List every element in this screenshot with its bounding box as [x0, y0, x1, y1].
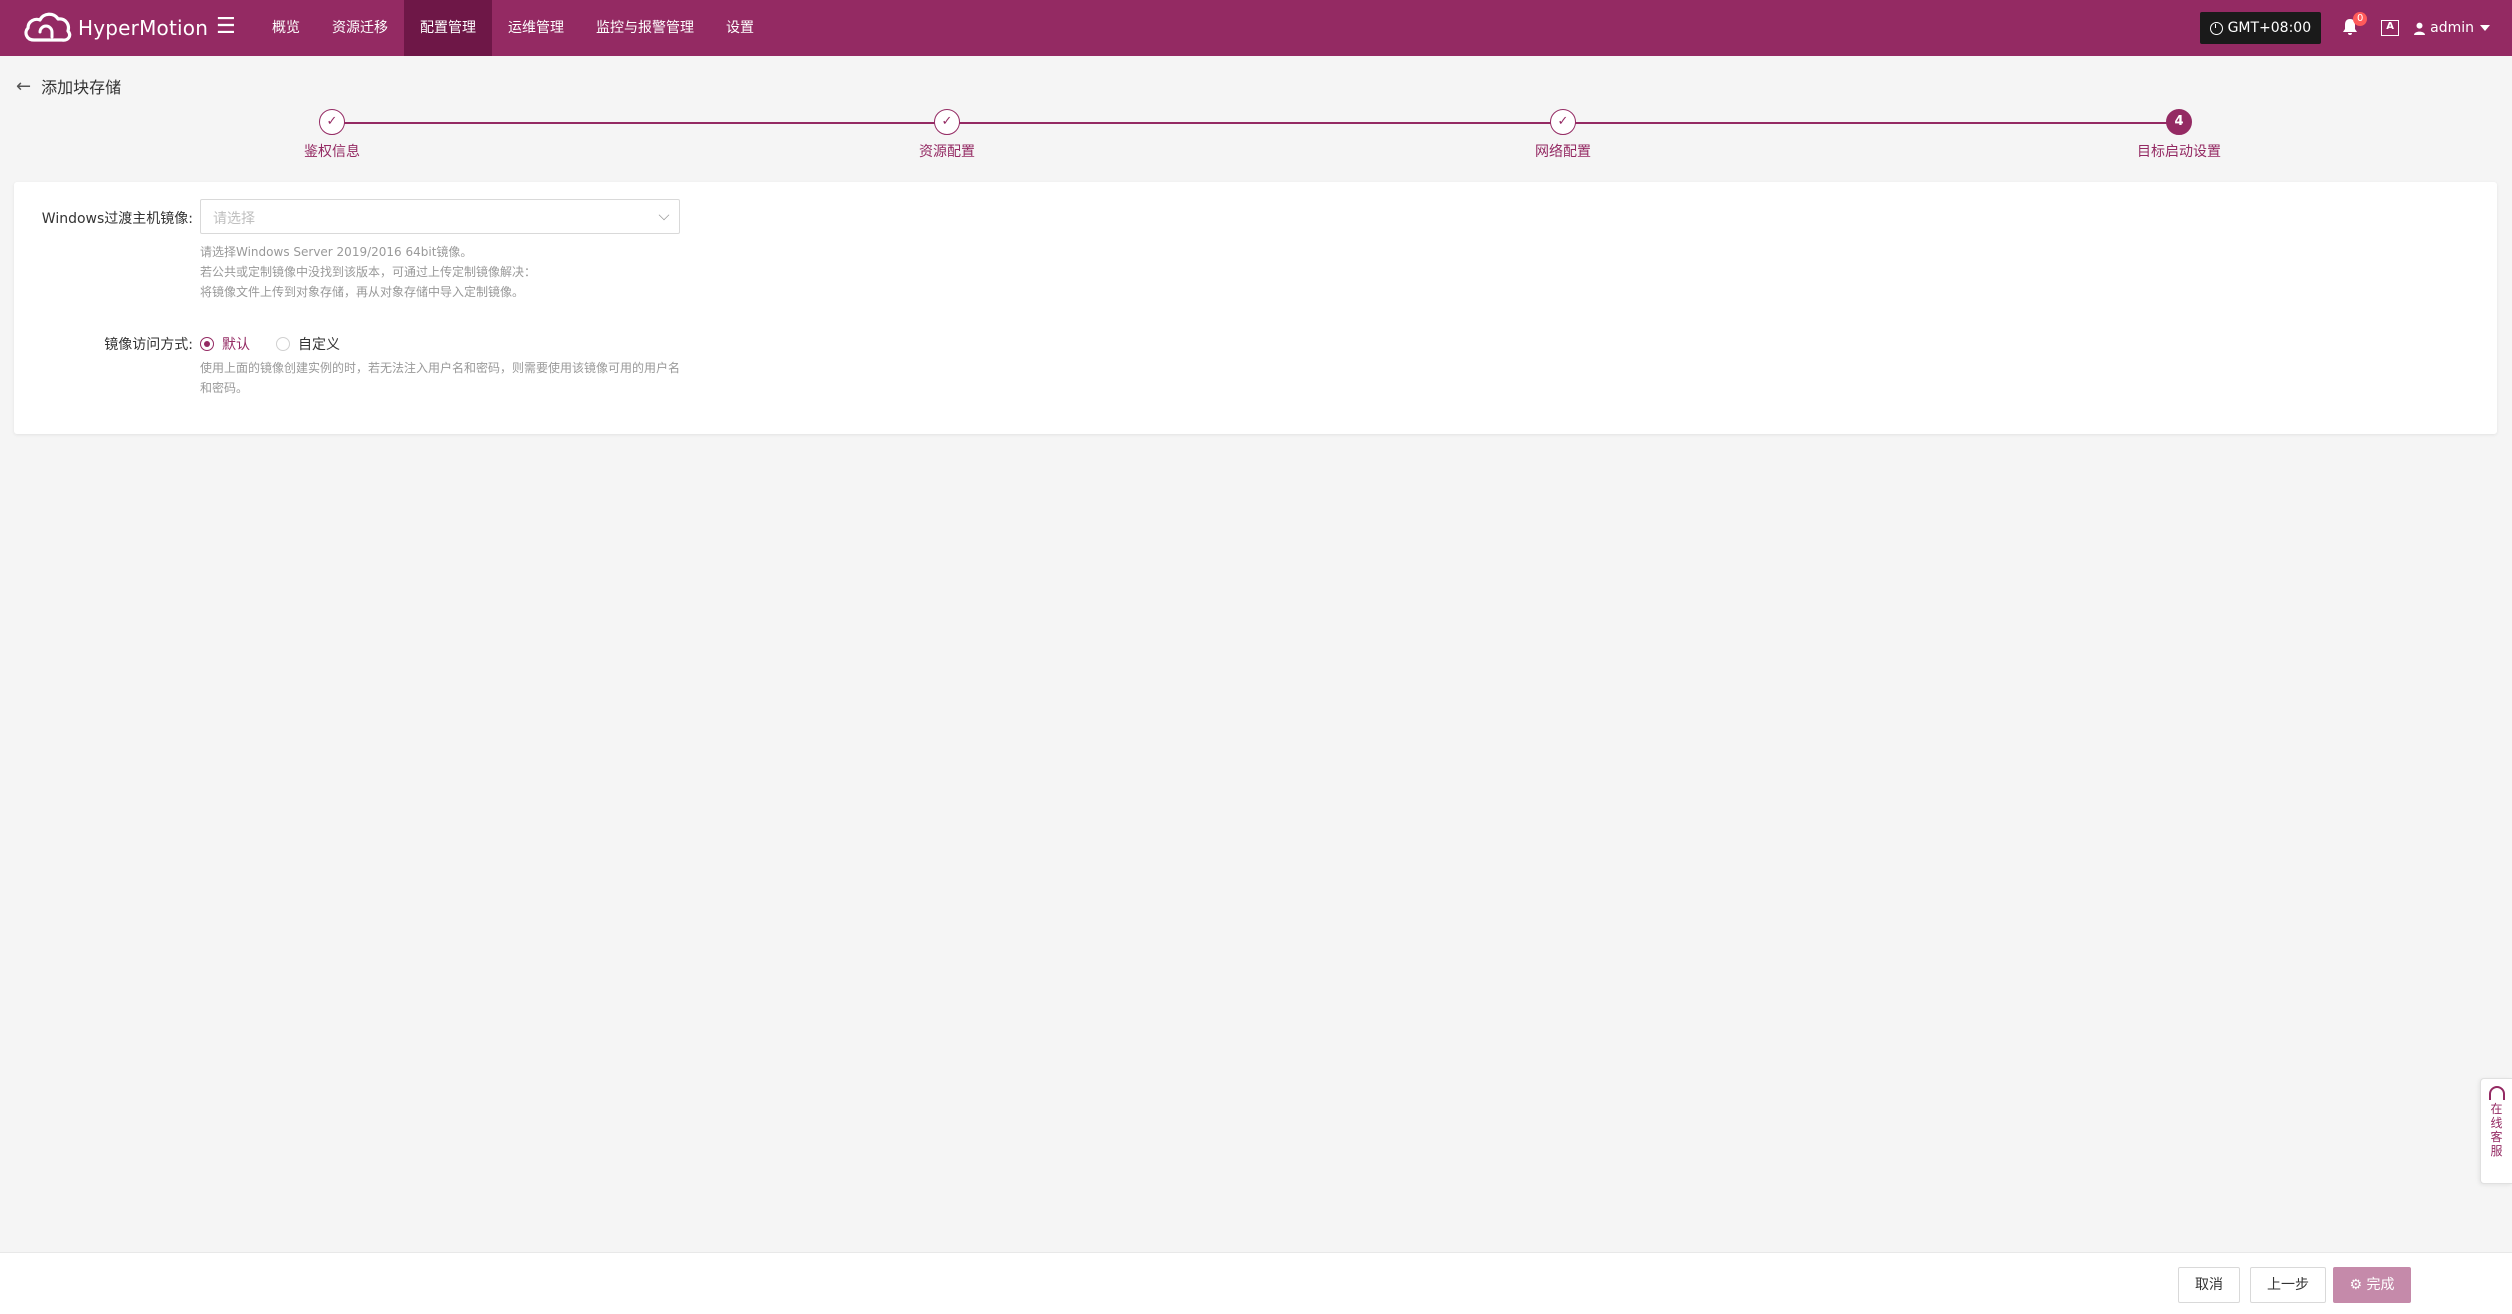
check-icon: ✓ — [934, 109, 960, 135]
step-label: 网络配置 — [1535, 144, 1591, 160]
radio-custom[interactable]: 自定义 — [276, 334, 340, 354]
step-connector — [332, 122, 947, 124]
finish-label: 完成 — [2366, 1277, 2395, 1293]
page-header: ← 添加块存储 — [16, 74, 121, 98]
check-icon: ✓ — [319, 109, 345, 135]
access-method-radio-group: 默认 自定义 — [200, 334, 366, 354]
cloud-logo-icon — [24, 12, 72, 42]
form-card: Windows过渡主机镜像: 请选择 请选择Windows Server 201… — [14, 182, 2497, 434]
windows-image-label: Windows过渡主机镜像: — [41, 211, 193, 227]
app-logo[interactable]: HyperMotion — [22, 8, 208, 48]
header-tools: GMT+08:00 0 A admin — [2199, 0, 2512, 56]
nav-item-ops[interactable]: 运维管理 — [492, 0, 580, 56]
radio-label: 自定义 — [298, 337, 340, 353]
wizard-steps: ✓ 鉴权信息 ✓ 资源配置 ✓ 网络配置 4 目标启动设置 — [0, 108, 2512, 168]
radio-default[interactable]: 默认 — [200, 334, 250, 354]
radio-unchecked-icon — [276, 337, 290, 351]
clock-icon — [2209, 21, 2223, 35]
step-network: ✓ 网络配置 — [1483, 108, 1643, 161]
access-hint-1: 使用上面的镜像创建实例的时，若无法注入用户名和密码，则需要使用该镜像可用的用户名 — [200, 361, 681, 375]
step-label: 鉴权信息 — [304, 144, 360, 160]
step-connector — [947, 122, 1563, 124]
step-resource: ✓ 资源配置 — [867, 108, 1027, 161]
notification-badge: 0 — [2353, 12, 2368, 26]
windows-image-select[interactable]: 请选择 — [200, 199, 680, 234]
caret-down-icon — [2480, 25, 2490, 31]
step-auth: ✓ 鉴权信息 — [252, 108, 412, 161]
timezone-button[interactable]: GMT+08:00 — [2199, 12, 2322, 44]
gear-icon: ⚙ — [2349, 1277, 2363, 1293]
hamburger-icon[interactable]: ☰ — [216, 14, 236, 40]
app-name: HyperMotion — [78, 16, 209, 40]
timezone-label: GMT+08:00 — [2227, 20, 2312, 36]
username: admin — [2430, 20, 2474, 36]
chevron-down-icon — [658, 209, 670, 221]
access-method-label: 镜像访问方式: — [104, 337, 193, 353]
user-menu[interactable]: admin — [2413, 20, 2490, 36]
image-hint-1: 请选择Windows Server 2019/2016 64bit镜像。 — [200, 245, 473, 259]
step-label: 目标启动设置 — [2137, 144, 2221, 160]
user-icon — [2414, 22, 2426, 35]
prev-step-button[interactable]: 上一步 — [2250, 1267, 2326, 1303]
top-navbar: HyperMotion ☰ 概览 资源迁移 配置管理 运维管理 监控与报警管理 … — [0, 0, 2512, 56]
step-number: 4 — [2166, 109, 2192, 135]
language-icon[interactable]: A — [2381, 20, 2400, 36]
headset-icon — [2488, 1086, 2505, 1100]
step-label: 资源配置 — [919, 144, 975, 160]
cancel-button[interactable]: 取消 — [2178, 1267, 2240, 1303]
nav-item-monitoring[interactable]: 监控与报警管理 — [580, 0, 710, 56]
select-placeholder: 请选择 — [213, 211, 255, 227]
page-title: 添加块存储 — [41, 78, 122, 97]
image-hint-2: 若公共或定制镜像中没找到该版本，可通过上传定制镜像解决： — [200, 265, 537, 279]
nav-item-overview[interactable]: 概览 — [256, 0, 316, 56]
notification-button[interactable]: 0 — [2341, 12, 2368, 38]
online-service-label: 在线客服 — [2490, 1102, 2503, 1158]
back-arrow-icon[interactable]: ← — [16, 76, 31, 97]
check-icon: ✓ — [1550, 109, 1576, 135]
finish-button[interactable]: ⚙ 完成 — [2333, 1267, 2411, 1303]
step-connector — [1563, 122, 2179, 124]
main-nav: 概览 资源迁移 配置管理 运维管理 监控与报警管理 设置 — [256, 0, 770, 56]
access-hint-2: 和密码。 — [200, 381, 249, 395]
radio-checked-icon — [200, 337, 214, 351]
footer-actions: 取消 上一步 ⚙ 完成 — [0, 1252, 2512, 1314]
online-service-tab[interactable]: 在线客服 — [2480, 1078, 2512, 1184]
nav-item-migration[interactable]: 资源迁移 — [316, 0, 404, 56]
image-hint-3: 将镜像文件上传到对象存储，再从对象存储中导入定制镜像。 — [200, 285, 525, 299]
radio-label: 默认 — [222, 337, 250, 353]
nav-item-config[interactable]: 配置管理 — [404, 0, 492, 56]
step-boot-settings: 4 目标启动设置 — [2099, 108, 2259, 161]
nav-item-settings[interactable]: 设置 — [710, 0, 770, 56]
